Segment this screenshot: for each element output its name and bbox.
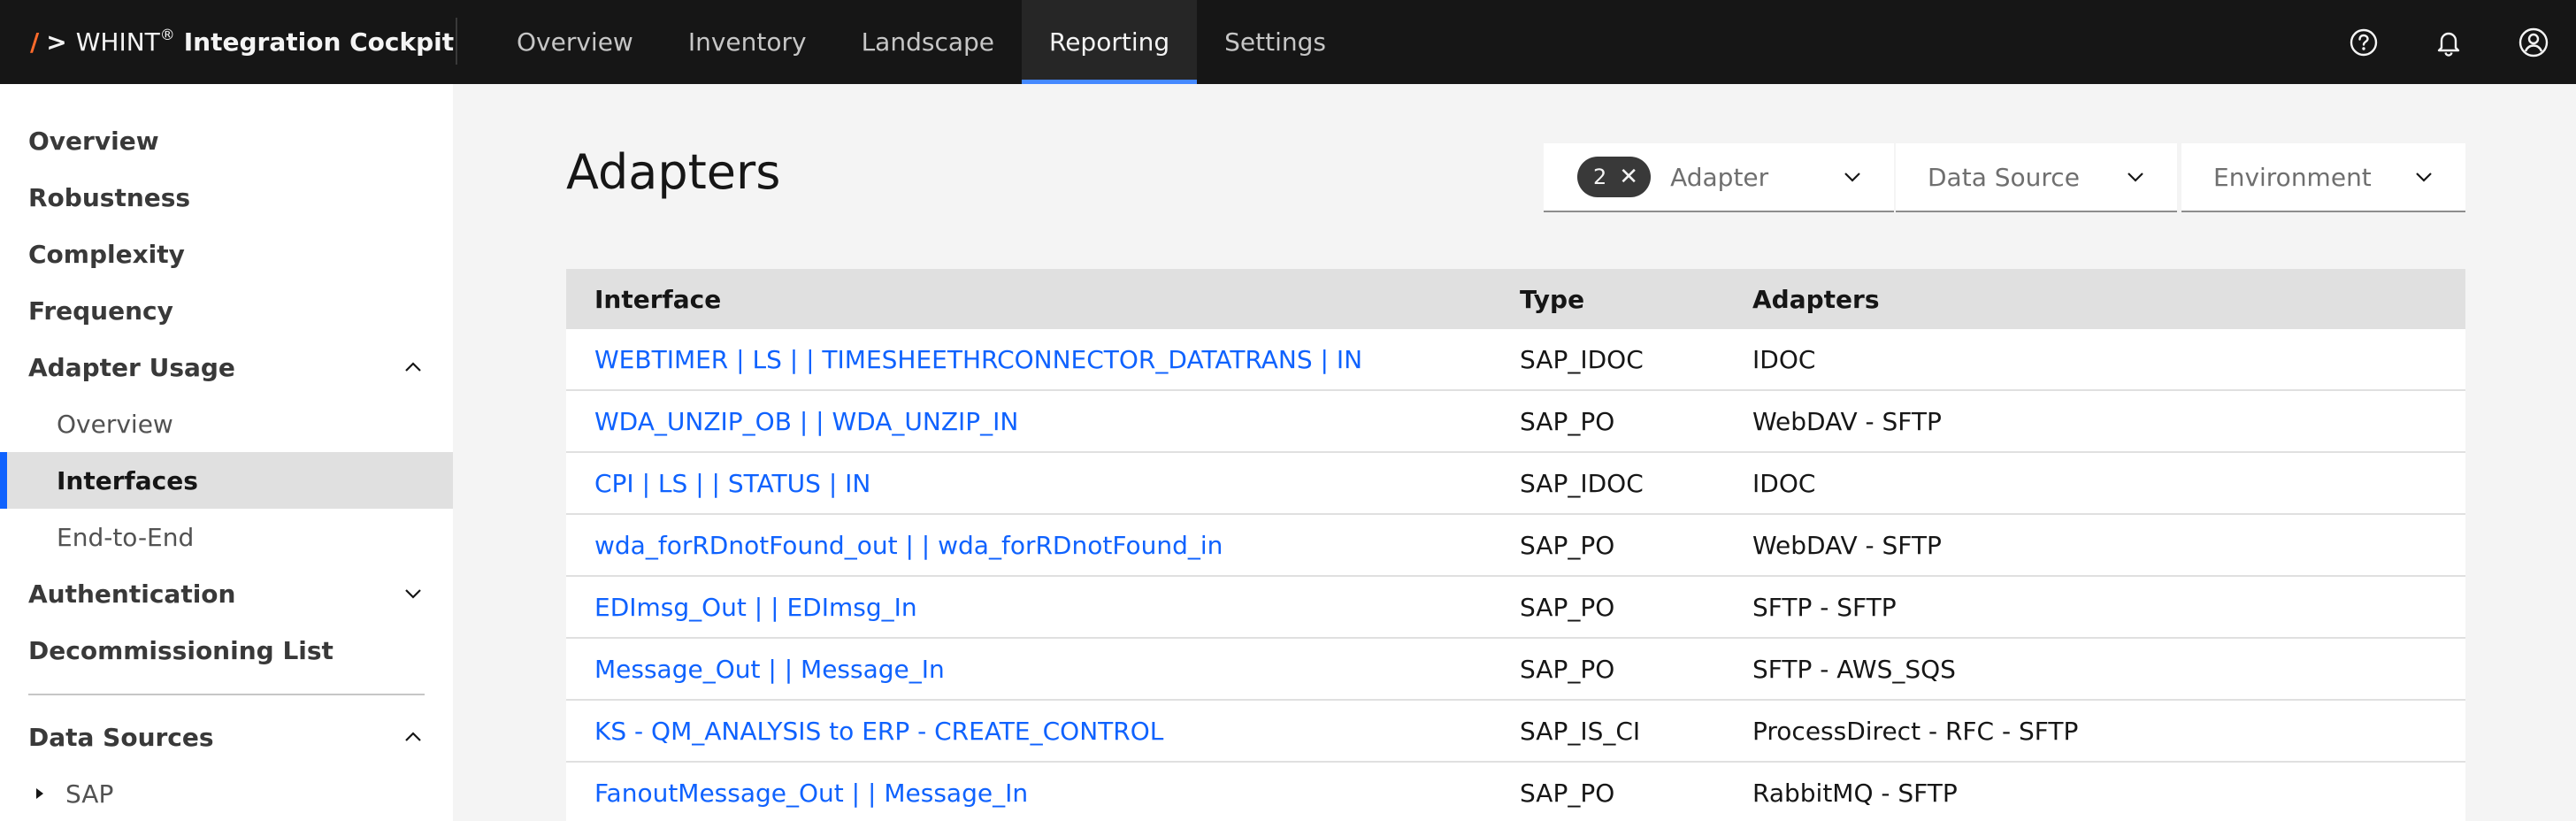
nav-settings[interactable]: Settings — [1197, 0, 1353, 84]
sidebar-item-decommissioning-list[interactable]: Decommissioning List — [0, 622, 453, 679]
column-header-interface: Interface — [594, 284, 722, 314]
sidebar-item-label: Overview — [28, 126, 159, 156]
sidebar-divider — [28, 694, 425, 695]
sidebar-subitem-end-to-end[interactable]: End-to-End — [0, 509, 453, 565]
clear-selection-icon[interactable]: ✕ — [1619, 164, 1638, 190]
sidebar-item-label: Overview — [57, 409, 173, 439]
interface-link[interactable]: KS - QM_ANALYSIS to ERP - CREATE_CONTROL — [566, 717, 1515, 746]
sidebar-item-label: Decommissioning List — [28, 635, 334, 665]
user-avatar-icon[interactable] — [2491, 0, 2576, 84]
adapters-cell: RabbitMQ - SFTP — [1752, 778, 1958, 808]
type-cell: SAP_PO — [1520, 530, 1615, 560]
brand-registered-mark: ® — [159, 26, 175, 44]
interface-link[interactable]: CPI | LS | | STATUS | IN — [566, 469, 1515, 498]
chevron-down-icon — [2128, 173, 2143, 182]
interface-link[interactable]: Message_Out | | Message_In — [566, 655, 1515, 684]
sidebar-subitem-overview[interactable]: Overview — [0, 395, 453, 452]
adapters-cell: WebDAV - SFTP — [1752, 530, 1942, 560]
app-brand[interactable]: / > WHINT ® Integration Cockpit — [30, 0, 454, 84]
table-header: Interface Type Adapters — [566, 269, 2465, 329]
sidebar-item-label: Authentication — [28, 579, 236, 609]
sidebar-item-complexity[interactable]: Complexity — [0, 226, 453, 282]
adapters-cell: ProcessDirect - RFC - SFTP — [1752, 716, 2079, 746]
main-nav: Overview Inventory Landscape Reporting S… — [489, 0, 1353, 84]
caret-right-icon[interactable] — [34, 786, 46, 801]
sidebar-item-label: Data Sources — [28, 722, 214, 752]
data-source-filter-dropdown[interactable]: Data Source — [1896, 143, 2177, 212]
column-header-adapters: Adapters — [1752, 284, 1880, 314]
adapter-filter-dropdown[interactable]: 2 ✕ Adapter — [1544, 143, 1894, 212]
table-row: WDA_UNZIP_OB | | WDA_UNZIP_IN SAP_PO Web… — [566, 391, 2465, 453]
sidebar-item-robustness[interactable]: Robustness — [0, 169, 453, 226]
type-cell: SAP_PO — [1520, 778, 1615, 808]
table-row: WEBTIMER | LS | | TIMESHEETHRCONNECTOR_D… — [566, 329, 2465, 391]
chevron-down-icon — [2416, 173, 2432, 182]
type-cell: SAP_IS_CI — [1520, 716, 1641, 746]
column-header-type: Type — [1520, 284, 1585, 314]
chevron-down-icon — [405, 589, 421, 599]
header-divider — [456, 18, 457, 65]
sidebar-item-label: End-to-End — [57, 522, 195, 552]
sidebar-item-data-sources[interactable]: Data Sources — [0, 709, 453, 765]
sidebar-item-label: Complexity — [28, 239, 185, 269]
selected-count: 2 — [1593, 165, 1607, 189]
table-row: EDImsg_Out | | EDImsg_In SAP_PO SFTP - S… — [566, 577, 2465, 639]
sidebar-tree-item-sap[interactable]: SAP — [0, 765, 453, 821]
page-title: Adapters — [566, 144, 781, 200]
table-row: Message_Out | | Message_In SAP_PO SFTP -… — [566, 639, 2465, 701]
nav-landscape[interactable]: Landscape — [834, 0, 1022, 84]
adapters-table: Interface Type Adapters WEBTIMER | LS | … — [566, 269, 2465, 821]
table-row: CPI | LS | | STATUS | IN SAP_IDOC IDOC — [566, 453, 2465, 515]
chevron-up-icon — [405, 732, 421, 741]
filter-label: Data Source — [1928, 162, 2080, 192]
sidebar-item-label: Robustness — [28, 182, 191, 212]
sidebar-item-overview[interactable]: Overview — [0, 112, 453, 169]
brand-name: WHINT — [75, 27, 160, 57]
adapters-cell: IDOC — [1752, 468, 1816, 498]
interface-link[interactable]: WEBTIMER | LS | | TIMESHEETHRCONNECTOR_D… — [566, 345, 1515, 374]
adapters-cell: WebDAV - SFTP — [1752, 406, 1942, 436]
nav-reporting[interactable]: Reporting — [1022, 0, 1198, 84]
table-row: FanoutMessage_Out | | Message_In SAP_PO … — [566, 763, 2465, 821]
interface-link[interactable]: FanoutMessage_Out | | Message_In — [566, 779, 1515, 808]
type-cell: SAP_IDOC — [1520, 344, 1644, 374]
notification-icon[interactable] — [2406, 0, 2491, 84]
sidebar-subitem-interfaces[interactable]: Interfaces — [0, 452, 453, 509]
sidebar-item-frequency[interactable]: Frequency — [0, 282, 453, 339]
adapters-cell: SFTP - SFTP — [1752, 592, 1897, 622]
top-header: / > WHINT ® Integration Cockpit Overview Inv… — [0, 0, 2576, 84]
environment-filter-dropdown[interactable]: Environment — [2181, 143, 2465, 212]
brand-product: Integration Cockpit — [183, 27, 455, 57]
sidebar-item-label: Adapter Usage — [28, 352, 235, 382]
adapters-cell: IDOC — [1752, 344, 1816, 374]
type-cell: SAP_PO — [1520, 406, 1615, 436]
sidebar-item-label: SAP — [65, 779, 114, 809]
interface-link[interactable]: EDImsg_Out | | EDImsg_In — [566, 593, 1515, 622]
sidebar-item-label: Frequency — [28, 295, 173, 326]
sidebar: Overview Robustness Complexity Frequency… — [0, 84, 453, 821]
header-actions — [2321, 0, 2576, 84]
type-cell: SAP_PO — [1520, 654, 1615, 684]
filter-label: Adapter — [1670, 162, 1769, 192]
type-cell: SAP_PO — [1520, 592, 1615, 622]
table-row: wda_forRDnotFound_out | | wda_forRDnotFo… — [566, 515, 2465, 577]
filter-label: Environment — [2213, 162, 2372, 192]
brand-logo-chevron: > — [46, 27, 67, 57]
type-cell: SAP_IDOC — [1520, 468, 1644, 498]
help-icon[interactable] — [2321, 0, 2406, 84]
chevron-up-icon — [405, 362, 421, 372]
sidebar-item-authentication[interactable]: Authentication — [0, 565, 453, 622]
nav-overview[interactable]: Overview — [489, 0, 661, 84]
nav-inventory[interactable]: Inventory — [661, 0, 834, 84]
interface-link[interactable]: wda_forRDnotFound_out | | wda_forRDnotFo… — [566, 531, 1515, 560]
brand-logo-slash: / — [30, 27, 40, 57]
adapters-cell: SFTP - AWS_SQS — [1752, 654, 1956, 684]
table-row: KS - QM_ANALYSIS to ERP - CREATE_CONTROL… — [566, 701, 2465, 763]
sidebar-item-label: Interfaces — [57, 465, 198, 495]
sidebar-item-adapter-usage[interactable]: Adapter Usage — [0, 339, 453, 395]
chevron-down-icon — [1844, 173, 1860, 182]
interface-link[interactable]: WDA_UNZIP_OB | | WDA_UNZIP_IN — [566, 407, 1515, 436]
